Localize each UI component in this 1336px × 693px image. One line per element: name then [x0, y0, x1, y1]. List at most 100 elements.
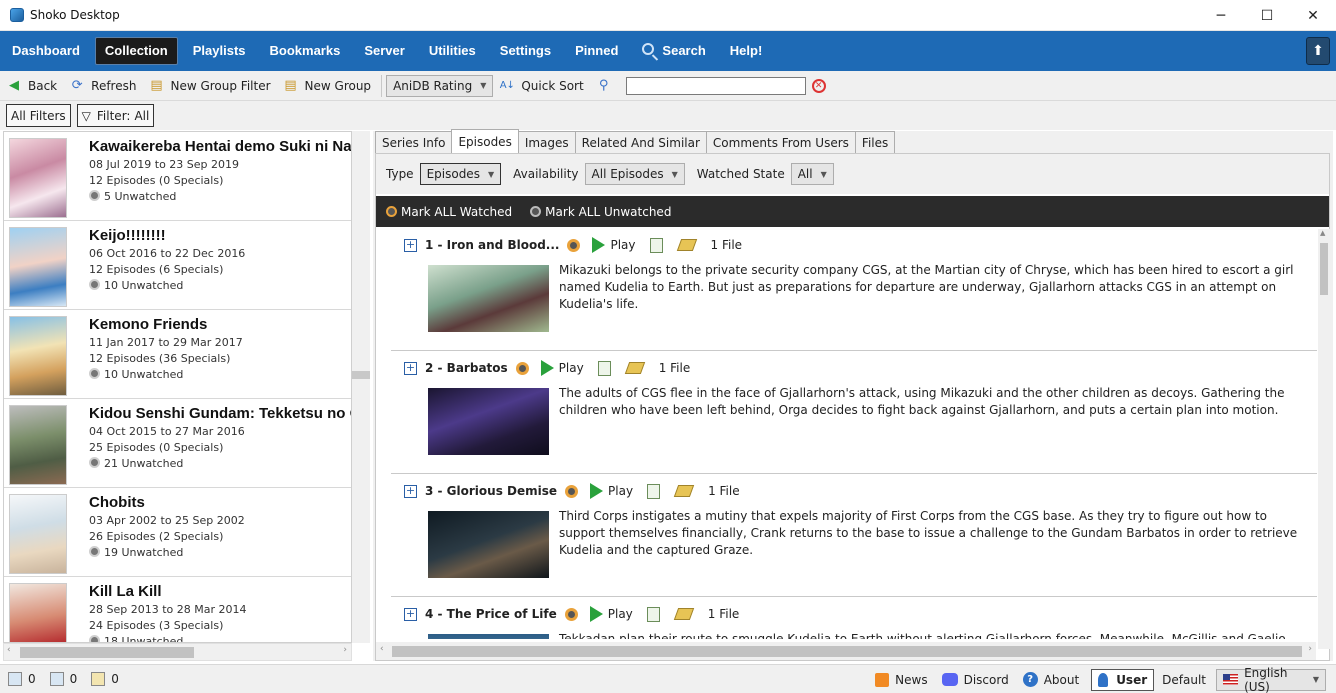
- episode-title: 3 - Glorious Demise: [425, 484, 558, 498]
- tab-series-info[interactable]: Series Info: [375, 131, 453, 153]
- episode-row: + 2 - Barbatos Play 1 File The adults of…: [391, 352, 1317, 474]
- scroll-up-icon[interactable]: ▲: [1320, 229, 1325, 237]
- back-button[interactable]: ◀ Back: [0, 74, 63, 98]
- menu-playlists[interactable]: Playlists: [184, 37, 255, 65]
- back-label: Back: [28, 78, 58, 93]
- file-info-icon[interactable]: [649, 237, 663, 253]
- list-item[interactable]: Kawaikereba Hentai demo Suki ni Natte Ku…: [4, 132, 351, 221]
- new-group-filter-button[interactable]: ▤ New Group Filter: [142, 74, 276, 98]
- new-group-button[interactable]: ▤ New Group: [277, 74, 378, 98]
- menu-pinned[interactable]: Pinned: [566, 37, 627, 65]
- episode-list-vscrollbar[interactable]: ▲: [1318, 229, 1330, 649]
- series-episodes: 12 Episodes (36 Specials): [89, 352, 231, 365]
- eye-icon: [386, 206, 397, 217]
- about-button[interactable]: ? About: [1022, 672, 1079, 687]
- watched-state-dropdown[interactable]: All ▼: [790, 163, 834, 185]
- type-label: Type: [386, 167, 414, 181]
- arrow-up-icon[interactable]: ⬆: [1306, 37, 1330, 65]
- tag-icon[interactable]: [673, 608, 694, 620]
- tab-related[interactable]: Related And Similar: [574, 131, 707, 153]
- episode-description: Third Corps instigates a mutiny that exp…: [559, 509, 1298, 557]
- sort-dropdown[interactable]: AniDB Rating ▼: [386, 74, 494, 97]
- list-item[interactable]: Kill La Kill 28 Sep 2013 to 28 Mar 2014 …: [4, 577, 351, 642]
- watched-toggle-icon[interactable]: [565, 484, 579, 498]
- scroll-right-icon[interactable]: ›: [1308, 644, 1312, 654]
- file-info-icon[interactable]: [646, 606, 660, 622]
- series-list-hscrollbar[interactable]: ‹ ›: [3, 643, 352, 661]
- mark-all-unwatched-button[interactable]: Mark ALL Unwatched: [530, 205, 671, 219]
- menu-utilities[interactable]: Utilities: [420, 37, 485, 65]
- menu-help[interactable]: Help!: [721, 37, 772, 65]
- app-icon: [10, 8, 24, 22]
- list-item[interactable]: Kemono Friends 11 Jan 2017 to 29 Mar 201…: [4, 310, 351, 399]
- watched-toggle-icon[interactable]: [567, 238, 581, 252]
- menu-collection[interactable]: Collection: [94, 37, 178, 65]
- news-button[interactable]: News: [875, 672, 928, 687]
- menu-server[interactable]: Server: [355, 37, 413, 65]
- watched-toggle-icon[interactable]: [564, 607, 578, 621]
- series-dates: 28 Sep 2013 to 28 Mar 2014: [89, 603, 247, 616]
- discord-button[interactable]: Discord: [941, 672, 1009, 687]
- tab-files[interactable]: Files: [854, 131, 896, 153]
- play-icon[interactable]: [589, 606, 603, 622]
- expand-icon[interactable]: +: [404, 238, 417, 252]
- scroll-right-icon[interactable]: ›: [343, 645, 347, 655]
- status-queue-general: 0: [49, 672, 77, 686]
- tag-icon[interactable]: [624, 362, 645, 374]
- expand-icon[interactable]: +: [404, 607, 417, 621]
- menu-dashboard[interactable]: Dashboard: [3, 37, 89, 65]
- tab-images[interactable]: Images: [517, 131, 576, 153]
- scroll-thumb[interactable]: [1320, 243, 1328, 295]
- menu-search[interactable]: Search: [633, 37, 714, 65]
- list-item[interactable]: Chobits 03 Apr 2002 to 25 Sep 2002 26 Ep…: [4, 488, 351, 577]
- expand-icon[interactable]: +: [404, 484, 417, 498]
- expand-icon[interactable]: +: [404, 361, 417, 375]
- list-item[interactable]: Keijo!!!!!!!! 06 Oct 2016 to 22 Dec 2016…: [4, 221, 351, 310]
- play-icon[interactable]: [592, 237, 606, 253]
- play-label[interactable]: Play: [608, 607, 633, 621]
- quick-sort-label: Quick Sort: [521, 78, 584, 93]
- tab-comments[interactable]: Comments From Users: [705, 131, 856, 153]
- file-info-icon[interactable]: [597, 360, 611, 376]
- episode-list-hscrollbar[interactable]: ‹ ›: [376, 642, 1316, 660]
- play-icon[interactable]: [540, 360, 554, 376]
- play-icon[interactable]: [590, 483, 604, 499]
- play-label[interactable]: Play: [608, 484, 633, 498]
- user-button[interactable]: User: [1091, 668, 1155, 691]
- watched-toggle-icon[interactable]: [515, 361, 529, 375]
- file-info-icon[interactable]: [647, 483, 661, 499]
- close-button[interactable]: ✕: [1290, 0, 1336, 31]
- tag-icon[interactable]: [673, 485, 695, 497]
- minimize-button[interactable]: ─: [1198, 0, 1244, 31]
- language-dropdown[interactable]: English (US) ▼: [1216, 666, 1326, 693]
- type-dropdown[interactable]: Episodes ▼: [419, 163, 502, 185]
- current-filter-button[interactable]: ▽ Filter: All: [76, 104, 155, 127]
- refresh-button[interactable]: ⟳ Refresh: [63, 74, 142, 98]
- hash-queue-icon: [8, 672, 22, 686]
- menu-bookmarks[interactable]: Bookmarks: [261, 37, 350, 65]
- splitter-grip[interactable]: [352, 371, 370, 379]
- play-label[interactable]: Play: [559, 361, 584, 375]
- list-item[interactable]: Kidou Senshi Gundam: Tekketsu no Orphans…: [4, 399, 351, 488]
- all-filters-button[interactable]: All Filters: [6, 104, 71, 127]
- eye-icon: [89, 279, 100, 290]
- tab-episodes[interactable]: Episodes: [451, 129, 519, 153]
- clear-search-icon[interactable]: ✕: [811, 78, 826, 93]
- quick-sort-button[interactable]: A↓ Quick Sort: [493, 74, 589, 98]
- filter-label: Filter:: [96, 108, 131, 123]
- scroll-thumb[interactable]: [20, 647, 194, 658]
- discord-label: Discord: [963, 672, 1009, 687]
- mark-all-watched-button[interactable]: Mark ALL Watched: [386, 205, 512, 219]
- splitter[interactable]: [352, 131, 370, 643]
- scroll-left-icon[interactable]: ‹: [380, 644, 384, 654]
- episode-thumbnail: [428, 634, 549, 639]
- scroll-left-icon[interactable]: ‹: [7, 645, 11, 655]
- scroll-thumb[interactable]: [392, 646, 1302, 657]
- maximize-button[interactable]: ☐: [1244, 0, 1290, 31]
- play-label[interactable]: Play: [610, 238, 635, 252]
- availability-dropdown[interactable]: All Episodes ▼: [584, 163, 685, 185]
- menu-settings[interactable]: Settings: [491, 37, 560, 65]
- tag-icon[interactable]: [676, 239, 697, 251]
- search-input[interactable]: [625, 76, 806, 95]
- watched-state-value: All: [797, 167, 813, 181]
